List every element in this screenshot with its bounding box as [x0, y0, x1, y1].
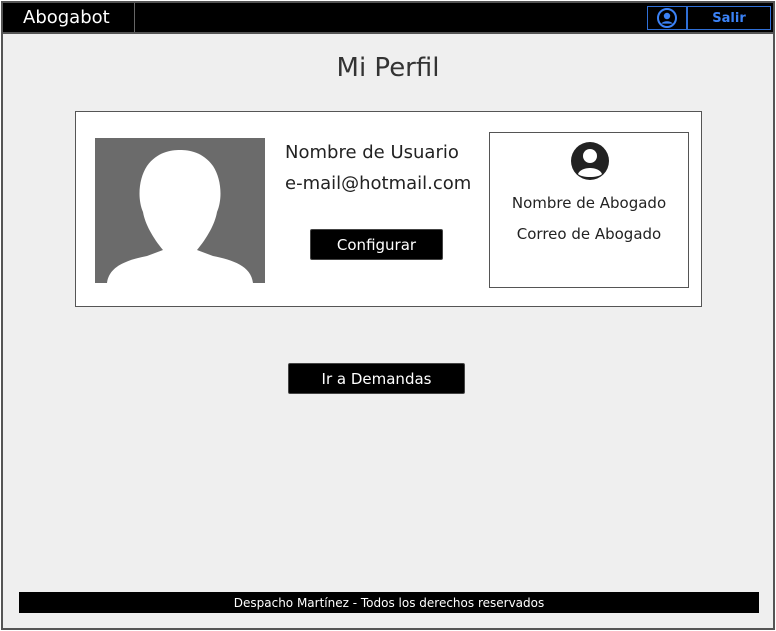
logout-button[interactable]: Salir [687, 6, 771, 30]
footer: Despacho Martínez - Todos los derechos r… [19, 592, 759, 613]
brand-logo[interactable]: Abogabot [3, 3, 135, 32]
avatar [95, 138, 265, 283]
username-label: Nombre de Usuario [285, 142, 459, 163]
user-email-label: e-mail@hotmail.com [285, 173, 472, 194]
lawyer-name-label: Nombre de Abogado [511, 194, 667, 212]
avatar-placeholder-icon [95, 138, 265, 283]
lawyer-card: Nombre de Abogado Correo de Abogado [489, 132, 689, 288]
user-circle-icon [657, 8, 677, 28]
lawyer-email-label: Correo de Abogado [516, 225, 662, 243]
profile-card: Nombre de Usuario e-mail@hotmail.com Con… [75, 111, 702, 307]
page-title: Mi Perfil [336, 53, 440, 83]
app-window: Abogabot Salir Mi Perfil Nombre de Usuar… [1, 1, 775, 630]
top-bar: Abogabot Salir [3, 3, 773, 34]
configure-button[interactable]: Configurar [310, 229, 443, 260]
go-to-demands-button[interactable]: Ir a Demandas [288, 363, 465, 394]
user-circle-icon [571, 142, 609, 180]
user-profile-button[interactable] [647, 6, 687, 30]
